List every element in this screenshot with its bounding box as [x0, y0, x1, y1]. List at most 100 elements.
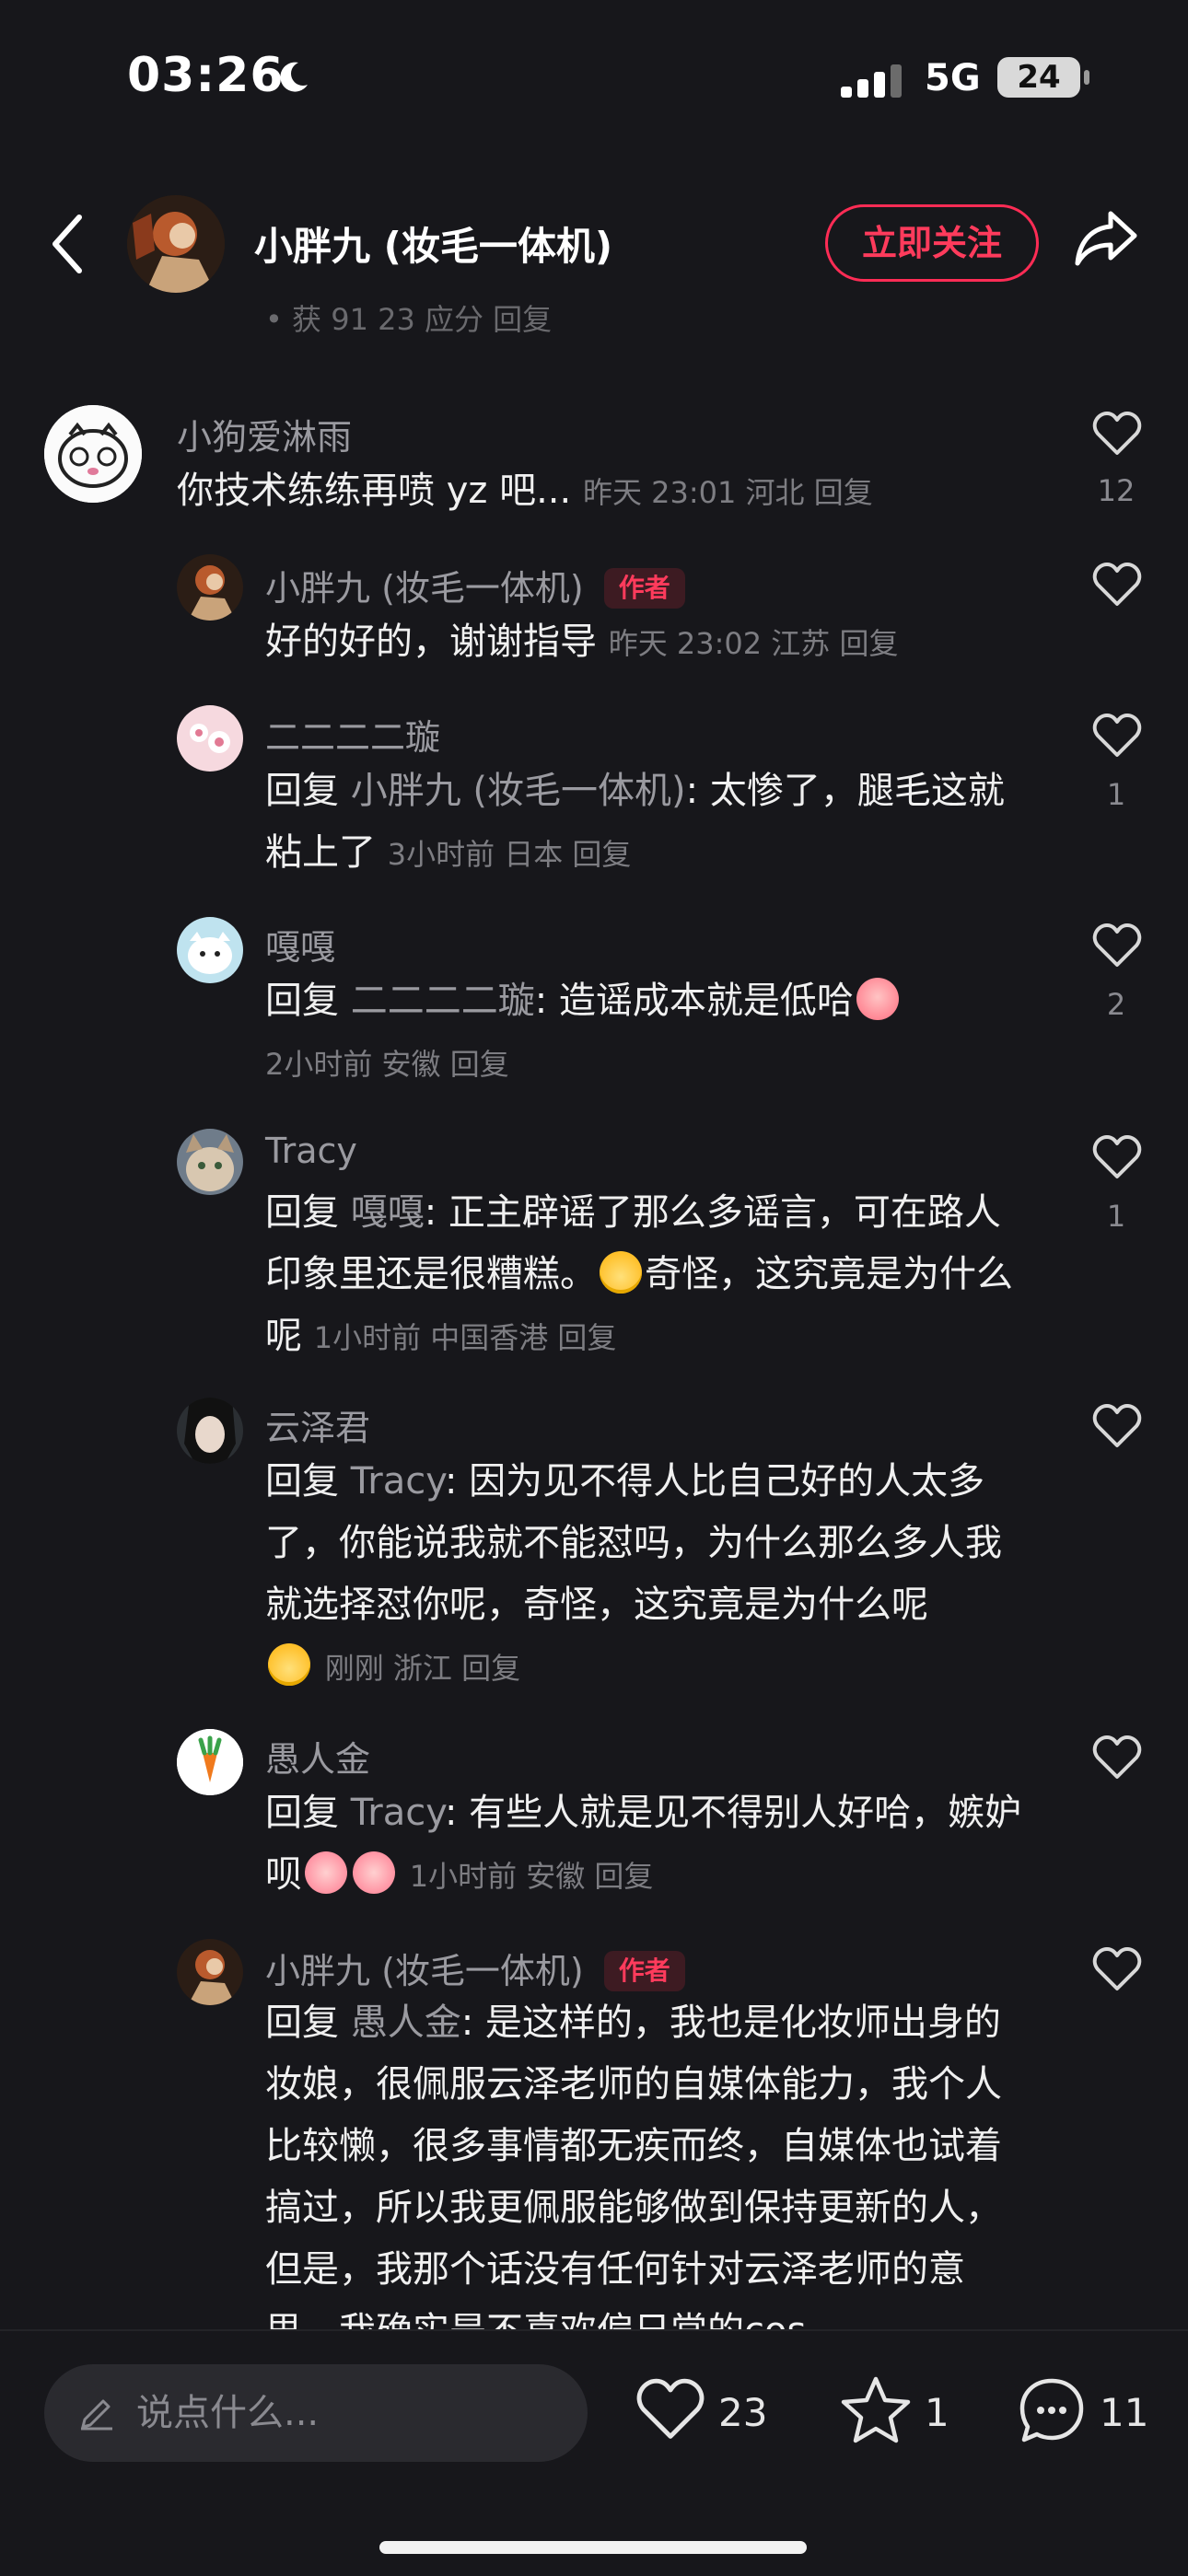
- comment-avatar[interactable]: [177, 554, 243, 621]
- signal-icon: [841, 64, 902, 98]
- comment-meta[interactable]: 1小时前 安徽 回复: [410, 1859, 654, 1894]
- carrot-avatar-image: [177, 1729, 243, 1795]
- comment-meta[interactable]: 昨天 23:01 河北 回复: [583, 475, 873, 510]
- crying-laugh-emoji-icon: [856, 978, 899, 1020]
- comment-avatar[interactable]: [177, 1398, 243, 1464]
- reply-prefix: 回复: [265, 2002, 351, 2044]
- reply-target[interactable]: 小胖九 (妆毛一体机): [351, 770, 686, 812]
- heart-icon[interactable]: [1092, 1134, 1142, 1180]
- reply-prefix: 回复: [265, 770, 351, 812]
- comment-text: 回复 嘎嘎: 正主辟谣了那么多谣言，可在路人印象里还是很糟糕。 奇怪，这究竟是为什…: [265, 1182, 1030, 1369]
- like-count: 1: [1106, 777, 1126, 812]
- comment-text: 回复 二二二二璇: 造谣成本就是低哈 2小时前 安徽 回复: [265, 970, 1149, 1096]
- comment-author[interactable]: 二二二二璇: [265, 709, 440, 760]
- status-time: 03:26: [127, 48, 285, 103]
- comment-author[interactable]: 愚人金: [265, 1731, 370, 1781]
- like-total: 23: [718, 2390, 768, 2435]
- comment-meta[interactable]: 1小时前 中国香港 回复: [314, 1320, 617, 1355]
- avatar-image: [177, 1129, 243, 1195]
- status-bar: 03:26 5G 24: [0, 0, 1188, 157]
- share-icon[interactable]: [1074, 208, 1140, 267]
- avatar-image: [177, 1939, 243, 2005]
- comment-text: 回复 小胖九 (妆毛一体机): 太惨了，腿毛这就粘上了 3小时前 日本 回复: [265, 760, 1030, 886]
- favorite-button[interactable]: 1: [840, 2373, 950, 2451]
- like-count: 1: [1106, 1199, 1126, 1234]
- comment-text: 回复 Tracy: 有些人就是见不得别人好哈，嫉妒呗 1小时前 安徽 回复: [265, 1782, 1030, 1908]
- heart-icon[interactable]: [1092, 411, 1142, 457]
- battery-cap: [1084, 70, 1089, 85]
- comment-body: : 造谣成本就是低哈: [534, 980, 854, 1022]
- avatar-image: [44, 405, 142, 503]
- author-avatar-image: [127, 195, 225, 293]
- comment-text: 好的好的，谢谢指导 昨天 23:02 江苏 回复: [265, 611, 1149, 675]
- heart-icon[interactable]: [1092, 922, 1142, 969]
- comment-avatar[interactable]: [177, 1939, 243, 2005]
- favorite-total: 1: [925, 2390, 949, 2435]
- author-avatar[interactable]: [127, 195, 225, 293]
- like-count: 12: [1097, 473, 1136, 508]
- comment-item: 小胖九 (妆毛一体机) 作者 回复 愚人金: 是这样的，我也是化妆师出身的妆娘，很…: [0, 1939, 1188, 2329]
- comment-body: : 是这样的，我也是化妆师出身的妆娘，很佩服云泽老师的自媒体能力，我个人比较懒，…: [265, 2002, 1002, 2329]
- author-name[interactable]: 小胖九 (妆毛一体机): [254, 215, 612, 272]
- author-tag: 作者: [603, 1951, 685, 1991]
- peach-emoji-icon: [305, 1851, 347, 1894]
- avatar-image: [177, 1398, 243, 1464]
- comment-input[interactable]: 说点什么...: [44, 2364, 588, 2462]
- comment-avatar[interactable]: [177, 917, 243, 983]
- back-icon[interactable]: [48, 212, 88, 276]
- reply-prefix: 回复: [265, 1191, 351, 1234]
- reply-target[interactable]: Tracy: [351, 1460, 445, 1503]
- network-type: 5G: [925, 57, 981, 99]
- puppy-emoji-icon: [600, 1251, 642, 1294]
- comment-input-placeholder: 说点什么...: [136, 2392, 320, 2434]
- like-count: 2: [1106, 987, 1126, 1022]
- author-name-text: 小胖九 (妆毛一体机): [265, 568, 584, 609]
- heart-icon[interactable]: [1092, 562, 1142, 608]
- comment-text: 你技术练练再喷 yz 吧... 昨天 23:01 河北 回复: [177, 460, 1061, 524]
- comment-meta[interactable]: 2小时前 安徽 回复: [265, 1047, 509, 1082]
- comment-author[interactable]: 小狗爱淋雨: [177, 409, 352, 459]
- comment-button[interactable]: 11: [1017, 2373, 1149, 2451]
- battery-icon: 24: [997, 57, 1080, 98]
- comment-meta[interactable]: 刚刚 浙江 回复: [325, 1651, 520, 1686]
- reply-target[interactable]: 二二二二璇: [351, 980, 535, 1022]
- comment-author[interactable]: 嘎嘎: [265, 919, 335, 969]
- avatar-image: [177, 917, 243, 983]
- moon-icon: [280, 62, 308, 92]
- like-button[interactable]: 23: [635, 2373, 774, 2451]
- author-tag: 作者: [603, 568, 685, 609]
- comment-meta[interactable]: 昨天 23:02 江苏 回复: [609, 626, 899, 661]
- heart-icon: [636, 2378, 705, 2439]
- comment-text: 回复 Tracy: 因为见不得人比自己好的人太多了，你能说我就不能怼吗，为什么那…: [265, 1451, 1030, 1700]
- comment-avatar[interactable]: [177, 1129, 243, 1195]
- star-icon: [841, 2376, 911, 2443]
- pencil-icon: [81, 2399, 112, 2431]
- battery-level: 24: [1017, 59, 1061, 96]
- clipped-comment-meta: • 获 91 23 应分 回复: [265, 302, 553, 337]
- reply-prefix: 回复: [265, 1460, 351, 1503]
- comment-author[interactable]: 云泽君: [265, 1399, 370, 1450]
- comment-total: 11: [1100, 2390, 1149, 2435]
- heart-icon[interactable]: [1092, 1946, 1142, 1992]
- comment-avatar[interactable]: [44, 405, 142, 503]
- reply-target[interactable]: Tracy: [351, 1792, 445, 1834]
- comment-text: 回复 愚人金: 是这样的，我也是化妆师出身的妆娘，很佩服云泽老师的自媒体能力，我…: [265, 1992, 1030, 2329]
- comment-author[interactable]: Tracy: [265, 1131, 357, 1171]
- comment-author[interactable]: 小胖九 (妆毛一体机) 作者: [265, 560, 685, 610]
- reply-target[interactable]: 嘎嘎: [351, 1191, 425, 1234]
- follow-button[interactable]: 立即关注: [825, 204, 1039, 282]
- post-header: 小胖九 (妆毛一体机) 立即关注: [0, 157, 1188, 331]
- comment-avatar[interactable]: [177, 1729, 243, 1795]
- heart-icon[interactable]: [1092, 1735, 1142, 1781]
- home-indicator[interactable]: [379, 2541, 807, 2554]
- author-name-text: 小胖九 (妆毛一体机): [265, 1951, 584, 1991]
- comment-meta[interactable]: 3小时前 日本 回复: [388, 837, 632, 872]
- comment-avatar[interactable]: [177, 705, 243, 772]
- heart-icon[interactable]: [1092, 1403, 1142, 1449]
- heart-icon[interactable]: [1092, 713, 1142, 759]
- reply-target[interactable]: 愚人金: [351, 2002, 461, 2044]
- comment-author[interactable]: 小胖九 (妆毛一体机) 作者: [265, 1943, 685, 1993]
- comment-body: 你技术练练再喷 yz 吧...: [177, 470, 572, 512]
- reply-prefix: 回复: [265, 980, 351, 1022]
- reply-prefix: 回复: [265, 1792, 351, 1834]
